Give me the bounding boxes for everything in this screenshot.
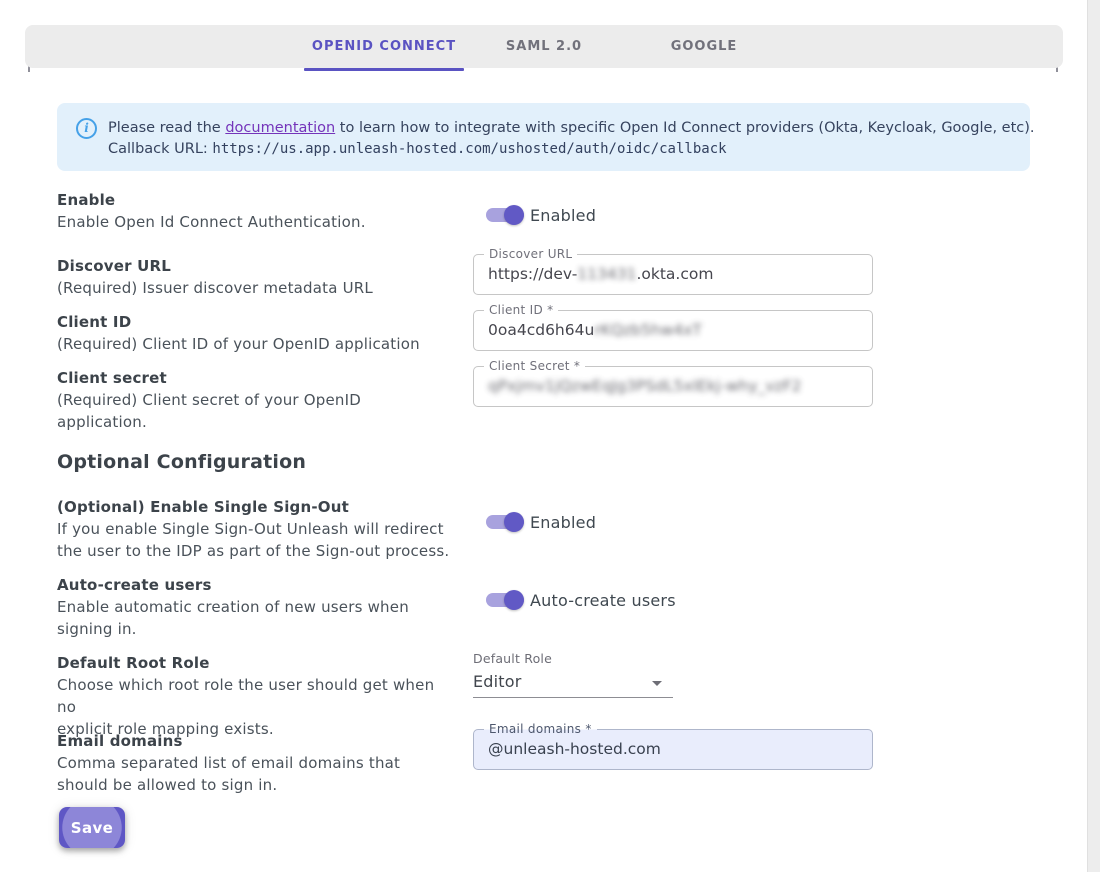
single-sign-out-heading: (Optional) Enable Single Sign-Out bbox=[57, 496, 457, 518]
client-id-value-redacted: rKQzb5hw4xT bbox=[594, 321, 702, 339]
single-sign-out-toggle[interactable] bbox=[486, 512, 524, 532]
discover-url-description: (Required) Issuer discover metadata URL bbox=[57, 277, 457, 299]
email-domains-value: @unleash-hosted.com bbox=[488, 740, 661, 758]
discover-url-input[interactable]: Discover URL https://dev-113431.okta.com bbox=[473, 254, 873, 295]
client-id-description: (Required) Client ID of your OpenID appl… bbox=[57, 333, 457, 355]
auto-create-toggle-label: Auto-create users bbox=[530, 591, 676, 610]
banner-intro-prefix: Please read the bbox=[108, 120, 225, 136]
enable-toggle-label: Enabled bbox=[530, 206, 596, 225]
email-domains-input-label: Email domains * bbox=[484, 721, 597, 737]
discover-url-value-redacted: 113431 bbox=[577, 265, 636, 283]
default-role-select-underline bbox=[473, 697, 673, 698]
scrollbar-track[interactable] bbox=[1087, 0, 1100, 872]
callback-url-value: https://us.app.unleash-hosted.com/ushost… bbox=[212, 141, 726, 157]
client-secret-input-label: Client Secret * bbox=[484, 358, 585, 374]
email-domains-input[interactable]: Email domains * @unleash-hosted.com bbox=[473, 729, 873, 770]
chevron-down-icon[interactable] bbox=[652, 681, 662, 686]
discover-url-input-label: Discover URL bbox=[484, 246, 577, 262]
auto-create-heading: Auto-create users bbox=[57, 574, 457, 596]
client-id-value-prefix: 0oa4cd6h64u bbox=[488, 321, 594, 339]
enable-heading: Enable bbox=[57, 189, 457, 211]
single-sign-out-toggle-thumb bbox=[504, 512, 524, 532]
optional-configuration-heading: Optional Configuration bbox=[57, 451, 306, 473]
callback-url-label: Callback URL: bbox=[108, 141, 212, 157]
enable-description: Enable Open Id Connect Authentication. bbox=[57, 211, 457, 233]
single-sign-out-toggle-label: Enabled bbox=[530, 513, 596, 532]
auto-create-description: Enable automatic creation of new users w… bbox=[57, 596, 457, 640]
discover-url-value-prefix: https://dev- bbox=[488, 265, 577, 283]
default-root-role-heading: Default Root Role bbox=[57, 652, 457, 674]
enable-toggle[interactable] bbox=[486, 205, 524, 225]
discover-url-heading: Discover URL bbox=[57, 255, 457, 277]
banner-text-line1: Please read the documentation to learn h… bbox=[108, 120, 1035, 136]
active-tab-indicator bbox=[304, 68, 464, 71]
info-banner: i Please read the documentation to learn… bbox=[57, 103, 1030, 171]
enable-toggle-thumb bbox=[504, 205, 524, 225]
email-domains-heading: Email domains bbox=[57, 730, 457, 752]
default-role-select-label: Default Role bbox=[473, 651, 552, 666]
client-secret-heading: Client secret bbox=[57, 367, 457, 389]
auto-create-toggle-thumb bbox=[504, 590, 524, 610]
banner-text-line2: Callback URL: https://us.app.unleash-hos… bbox=[108, 141, 727, 157]
default-role-select[interactable]: Editor bbox=[473, 672, 522, 691]
client-secret-input[interactable]: Client Secret * qPxjmv1jQzwEqJg3PSdL5xIE… bbox=[473, 366, 873, 407]
client-secret-value-redacted: qPxjmv1jQzwEqJg3PSdL5xIEkj-why_vzF2 bbox=[488, 377, 801, 395]
sso-provider-tabbar: OPENID CONNECT SAML 2.0 GOOGLE bbox=[25, 25, 1063, 68]
info-icon: i bbox=[76, 118, 97, 139]
tab-google[interactable]: GOOGLE bbox=[624, 25, 784, 68]
banner-intro-suffix: to learn how to integrate with specific … bbox=[335, 120, 1034, 136]
save-button[interactable]: Save bbox=[59, 807, 125, 848]
discover-url-value-suffix: .okta.com bbox=[636, 265, 713, 283]
client-id-input[interactable]: Client ID * 0oa4cd6h64urKQzb5hw4xT bbox=[473, 310, 873, 351]
documentation-link[interactable]: documentation bbox=[225, 120, 335, 136]
client-id-input-label: Client ID * bbox=[484, 302, 558, 318]
tab-saml-2-0[interactable]: SAML 2.0 bbox=[464, 25, 624, 68]
client-id-heading: Client ID bbox=[57, 311, 457, 333]
auto-create-toggle[interactable] bbox=[486, 590, 524, 610]
client-secret-description: (Required) Client secret of your OpenID … bbox=[57, 389, 457, 433]
single-sign-out-description: If you enable Single Sign-Out Unleash wi… bbox=[57, 518, 457, 562]
tab-openid-connect[interactable]: OPENID CONNECT bbox=[304, 25, 464, 68]
email-domains-description: Comma separated list of email domains th… bbox=[57, 752, 457, 796]
